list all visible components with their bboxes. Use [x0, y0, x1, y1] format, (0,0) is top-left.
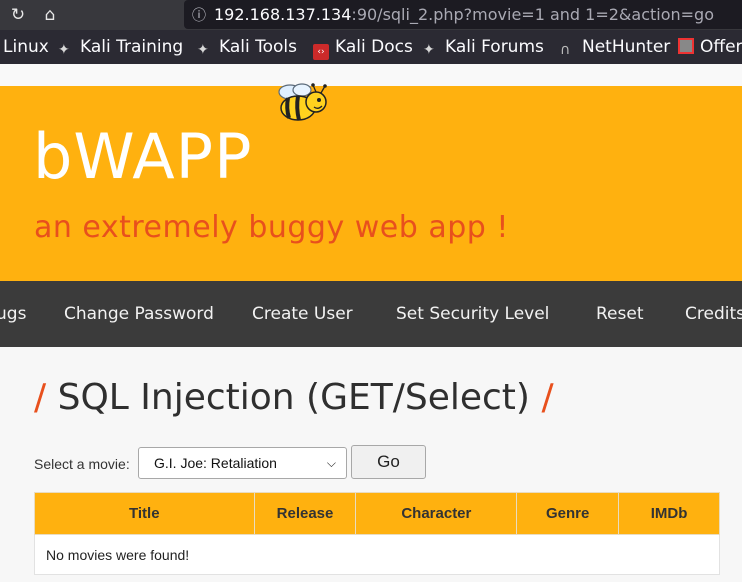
- chevron-down-icon: ⌵: [326, 456, 336, 470]
- col-imdb: IMDb: [618, 492, 720, 535]
- table-row: No movies were found!: [34, 534, 720, 575]
- nav-item-credits[interactable]: Credits: [685, 281, 742, 347]
- bookmark-kali-forums[interactable]: ✦ Kali Forums: [423, 30, 544, 64]
- bookmark-kali-docs[interactable]: ‹› Kali Docs: [313, 30, 413, 64]
- page-title-text: SQL Injection (GET/Select): [57, 377, 530, 418]
- movie-select-label: Select a movie:: [34, 456, 130, 472]
- nav-item-create-user[interactable]: Create User: [252, 281, 353, 347]
- bookmark-linux[interactable]: Linux: [3, 30, 49, 64]
- main-nav: ugs Change Password Create User Set Secu…: [0, 281, 742, 347]
- bookmark-kali-training[interactable]: ✦ Kali Training: [58, 30, 183, 64]
- bookmark-offsec[interactable]: Offer: [678, 30, 742, 64]
- kali-dragon-icon: ✦: [58, 42, 70, 58]
- site-logo: bWAPP: [33, 120, 253, 193]
- bookmark-label: Offer: [700, 37, 742, 57]
- nav-item-set-security-level[interactable]: Set Security Level: [396, 281, 549, 347]
- main-content: / SQL Injection (GET/Select) / Select a …: [0, 347, 742, 582]
- url-host: 192.168.137.134: [214, 5, 352, 24]
- browser-toolbar: ↻ ⌂ ⓘ 192.168.137.134:90/sqli_2.php?movie…: [0, 0, 742, 30]
- col-release: Release: [253, 492, 357, 535]
- bookmark-label: Kali Tools: [219, 37, 297, 57]
- nav-item-change-password[interactable]: Change Password: [64, 281, 214, 347]
- kali-dragon-icon: ✦: [197, 42, 209, 58]
- bookmark-label: Kali Training: [80, 37, 184, 57]
- title-slash-right: /: [541, 377, 554, 418]
- site-tagline: an extremely buggy web app !: [34, 210, 509, 245]
- movie-select-value: G.I. Joe: Retaliation: [154, 455, 277, 471]
- table-header-row: Title Release Character Genre IMDb: [34, 492, 720, 535]
- nav-item-bugs[interactable]: ugs: [0, 281, 26, 347]
- reload-icon[interactable]: ↻: [6, 3, 30, 27]
- url-path: :90/sqli_2.php?movie=1 and 1=2&action=go: [351, 5, 714, 24]
- col-character: Character: [355, 492, 518, 535]
- home-icon[interactable]: ⌂: [38, 3, 62, 27]
- movies-table: Title Release Character Genre IMDb No mo…: [34, 492, 720, 575]
- go-button[interactable]: Go: [351, 445, 426, 479]
- bookmark-label: NetHunter: [582, 37, 671, 57]
- nethunter-icon: ∩: [560, 42, 571, 58]
- movie-select[interactable]: G.I. Joe: Retaliation ⌵: [138, 447, 347, 479]
- empty-message: No movies were found!: [34, 534, 720, 575]
- nav-item-reset[interactable]: Reset: [596, 281, 644, 347]
- bookmark-label: Kali Forums: [445, 37, 544, 57]
- bookmark-nethunter[interactable]: ∩ NetHunter: [560, 30, 670, 64]
- kali-dragon-icon: ✦: [423, 42, 435, 58]
- page-title: / SQL Injection (GET/Select) /: [34, 377, 554, 418]
- kali-docs-icon: ‹›: [313, 44, 329, 60]
- bee-logo-icon: [278, 83, 327, 121]
- bookmark-label: Linux: [3, 37, 49, 57]
- col-title: Title: [34, 492, 255, 535]
- bookmark-kali-tools[interactable]: ✦ Kali Tools: [197, 30, 297, 64]
- bookmarks-bar: Linux ✦ Kali Training ✦ Kali Tools ‹› Kali …: [0, 30, 742, 64]
- address-bar[interactable]: ⓘ 192.168.137.134:90/sqli_2.php?movie=1 a…: [184, 0, 742, 29]
- col-genre: Genre: [516, 492, 620, 535]
- offsec-icon: [678, 38, 694, 54]
- site-info-icon[interactable]: ⓘ: [184, 2, 214, 29]
- bookmark-label: Kali Docs: [335, 37, 413, 57]
- title-slash-left: /: [34, 377, 47, 418]
